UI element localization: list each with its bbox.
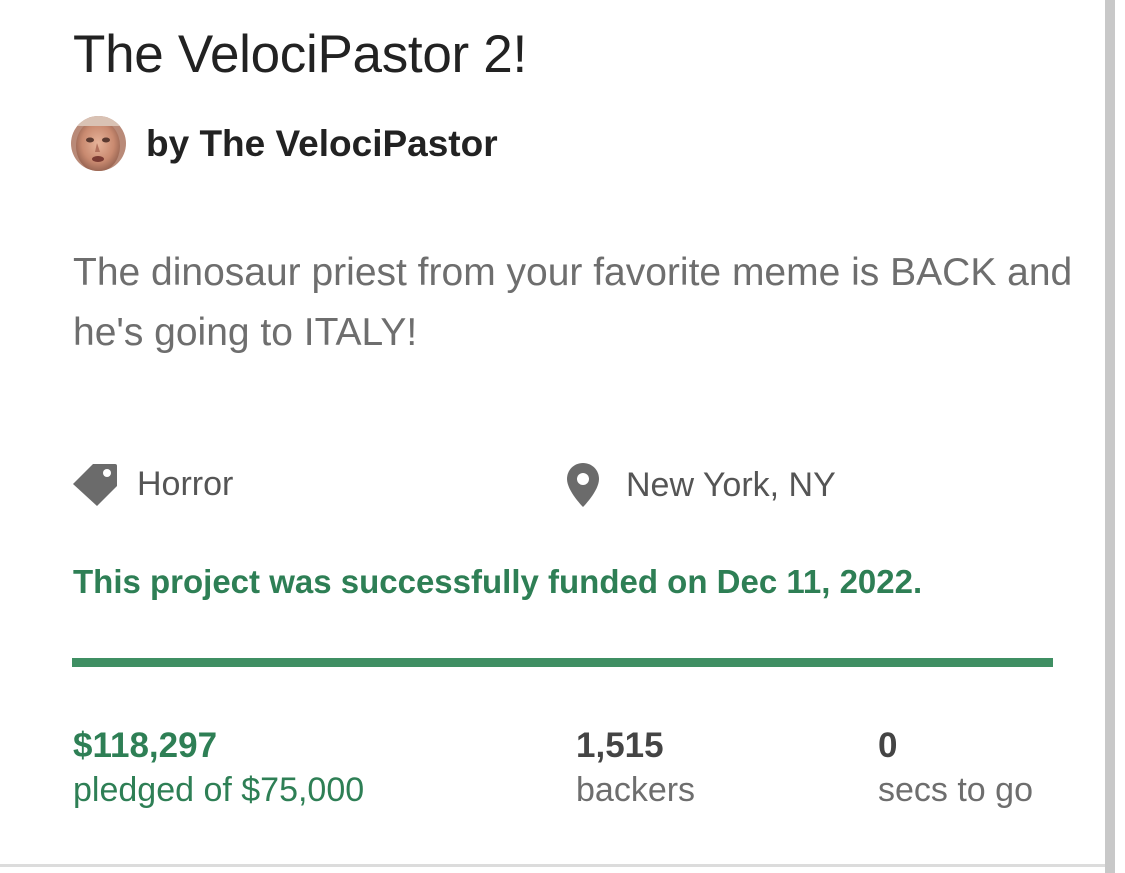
project-card: The VelociPastor 2! by The VelociPastor … (0, 0, 1125, 873)
time-remaining-label: secs to go (878, 771, 1033, 809)
pledged-amount: $118,297 (73, 726, 218, 765)
project-blurb: The dinosaur priest from your favorite m… (73, 251, 1073, 354)
backers-count: 1,515 (576, 726, 664, 765)
category-label[interactable]: Horror (137, 465, 233, 504)
category-link[interactable]: Horror (71, 462, 233, 506)
backers-stat: 1,515 backers (576, 724, 695, 812)
pledged-goal-label: pledged of $75,000 (73, 771, 365, 809)
funding-progress-bar (72, 658, 1053, 667)
location-label[interactable]: New York, NY (626, 466, 836, 505)
backers-label: backers (576, 771, 696, 809)
scrollbar-edge (1105, 0, 1115, 873)
time-remaining-stat: 0 secs to go (878, 724, 1033, 812)
location-link[interactable]: New York, NY (566, 462, 836, 508)
creator-link[interactable]: by The VelociPastor (71, 116, 498, 171)
page-edge (1115, 0, 1125, 873)
project-title: The VelociPastor 2! (73, 25, 527, 84)
funding-status-message: This project was successfully funded on … (73, 563, 923, 600)
avatar-image (71, 116, 126, 171)
tag-icon (73, 464, 117, 506)
pledged-stat: $118,297 pledged of $75,000 (73, 724, 364, 812)
creator-avatar[interactable] (71, 116, 126, 171)
bottom-divider (0, 864, 1105, 867)
time-remaining-value: 0 (878, 726, 898, 765)
funding-progress-fill (72, 658, 1053, 667)
creator-name[interactable]: by The VelociPastor (146, 123, 498, 165)
map-pin-icon (567, 463, 599, 507)
